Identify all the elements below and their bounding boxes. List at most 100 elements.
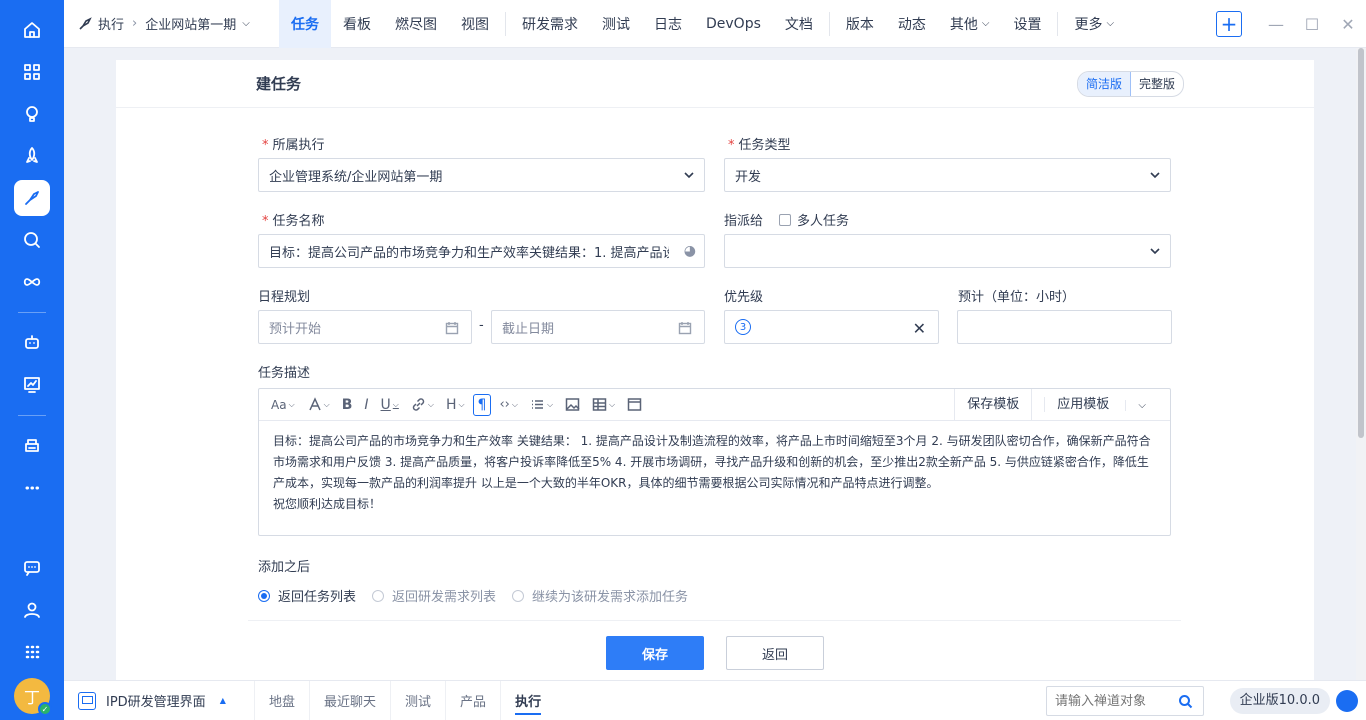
tab-view[interactable]: 视图 <box>449 0 501 48</box>
app-switcher[interactable]: IPD研发管理界面 ▲ <box>64 681 244 720</box>
radio-label: 返回研发需求列表 <box>392 590 497 605</box>
tab-more[interactable]: 更多 ⌵ <box>1062 0 1126 48</box>
radio-circle <box>258 589 270 602</box>
radio-continue-add[interactable]: 继续为该研发需求添加任务 <box>512 586 688 605</box>
start-date-input[interactable]: 预计开始 <box>258 310 472 344</box>
app-menu-icon[interactable] <box>14 634 50 670</box>
radio-return-task-list[interactable]: 返回任务列表 <box>258 586 356 605</box>
scrollbar-thumb[interactable] <box>1358 48 1364 438</box>
table-icon[interactable]: ⌵ <box>588 394 619 416</box>
end-date-input[interactable]: 截止日期 <box>491 310 705 344</box>
priority-select[interactable]: 3 ✕ <box>724 310 939 344</box>
user-icon[interactable] <box>14 592 50 628</box>
image-icon[interactable] <box>561 394 584 416</box>
zentao-logo-icon[interactable] <box>1336 690 1358 712</box>
radio-label: 继续为该研发需求添加任务 <box>532 590 689 605</box>
tab-divider <box>505 11 506 36</box>
bottom-tab-test[interactable]: 测试 <box>390 680 445 720</box>
required-mark: * <box>262 138 269 153</box>
maximize-icon[interactable]: ☐ <box>1294 0 1330 48</box>
breadcrumb-root[interactable]: 执行 <box>98 14 124 33</box>
tab-dynamic[interactable]: 动态 <box>886 0 938 48</box>
breadcrumb-separator: › <box>132 16 138 31</box>
radio-circle <box>512 589 525 602</box>
ipd-app-icon <box>78 691 96 710</box>
rocket-icon[interactable] <box>14 138 50 174</box>
save-template-button[interactable]: 保存模板 <box>954 389 1031 420</box>
template-icon[interactable] <box>623 394 646 416</box>
breadcrumb[interactable]: 执行 › 企业网站第一期 ⌵ <box>64 0 279 48</box>
highlight-icon[interactable]: ⌵ <box>303 394 334 416</box>
tab-story[interactable]: 研发需求 <box>510 0 590 48</box>
tab-task[interactable]: 任务 <box>279 0 331 48</box>
list-icon[interactable]: ⌵ <box>526 394 557 416</box>
underline-icon[interactable]: U ⌵ <box>377 394 403 416</box>
apply-template-button[interactable]: 应用模板 ⌵ <box>1031 389 1170 420</box>
mode-simple-button[interactable]: 简洁版 <box>1077 72 1131 96</box>
italic-icon[interactable]: I <box>360 394 372 416</box>
editor-toolbar: Aa ⌵ ⌵ B I U ⌵ ⌵ H ⌵ ¶ ‹› ⌵ ⌵ ⌵ 保存模板 应用模板 ⌵ <box>259 389 1170 421</box>
assignee-select[interactable] <box>724 234 1171 268</box>
clear-icon[interactable]: ✕ <box>913 319 926 338</box>
breadcrumb-project[interactable]: 企业网站第一期 <box>145 14 236 33</box>
execution-label: * 所属执行 <box>262 134 325 153</box>
bottom-tab-product[interactable]: 产品 <box>445 680 500 720</box>
description-textarea[interactable]: 目标：提高公司产品的市场竞争力和生产效率 关键结果： 1. 提高产品设计及制造流… <box>259 421 1170 525</box>
task-type-select[interactable]: 开发 <box>724 158 1171 192</box>
palette-icon[interactable]: ◕ <box>684 243 696 259</box>
search-input[interactable] <box>1047 693 1167 709</box>
search-icon[interactable] <box>1167 687 1203 715</box>
tab-log[interactable]: 日志 <box>642 0 694 48</box>
printer-icon[interactable] <box>14 428 50 464</box>
execution-select[interactable]: 企业管理系统/企业网站第一期 <box>258 158 705 192</box>
back-button[interactable]: 返回 <box>726 636 824 670</box>
bold-icon[interactable]: B <box>338 394 357 416</box>
estimate-input[interactable] <box>957 310 1172 344</box>
chevron-down-icon <box>1150 245 1160 255</box>
tab-devops[interactable]: DevOps <box>694 0 773 48</box>
tab-test[interactable]: 测试 <box>590 0 642 48</box>
paragraph-icon[interactable]: ¶ <box>472 393 492 416</box>
tab-settings[interactable]: 设置 <box>1001 0 1053 48</box>
minimize-icon[interactable]: — <box>1258 0 1294 48</box>
app-window: 丁 ✓ 执行 › 企业网站第一期 ⌵ 任务 看板 燃尽图 视图 研发需求 测试 日… <box>0 0 1366 720</box>
apps-grid-icon[interactable] <box>14 54 50 90</box>
more-dots-icon[interactable] <box>14 470 50 506</box>
description-body: 目标：提高公司产品的市场竞争力和生产效率 关键结果： 1. 提高产品设计及制造流… <box>273 434 1151 490</box>
multi-task-checkbox[interactable] <box>779 214 792 226</box>
required-mark: * <box>728 138 735 153</box>
font-size-icon[interactable]: Aa ⌵ <box>267 394 299 416</box>
add-button[interactable]: + <box>1216 11 1242 37</box>
close-icon[interactable]: ✕ <box>1330 0 1366 48</box>
search-bug-icon[interactable] <box>14 222 50 258</box>
heading-icon[interactable]: H ⌵ <box>442 394 469 416</box>
execution-icon[interactable] <box>14 180 50 216</box>
tab-build[interactable]: 版本 <box>834 0 886 48</box>
bottom-tab-recent-chat[interactable]: 最近聊天 <box>309 680 390 720</box>
tab-doc[interactable]: 文档 <box>773 0 825 48</box>
lightbulb-icon[interactable] <box>14 96 50 132</box>
link-icon[interactable]: ⌵ <box>407 394 438 416</box>
tab-other[interactable]: 其他 ⌵ <box>938 0 1002 48</box>
bottom-tab-dashboard[interactable]: 地盘 <box>254 680 309 720</box>
chart-board-icon[interactable] <box>14 367 50 403</box>
mode-full-button[interactable]: 完整版 <box>1131 72 1183 96</box>
calendar-icon <box>445 321 459 335</box>
type-value: 开发 <box>735 169 762 185</box>
robot-icon[interactable] <box>14 325 50 361</box>
infinity-icon[interactable] <box>14 264 50 300</box>
save-button[interactable]: 保存 <box>606 636 704 670</box>
chevron-down-icon: ⌵ <box>981 18 990 29</box>
home-icon[interactable] <box>14 12 50 48</box>
radio-return-story-list[interactable]: 返回研发需求列表 <box>372 586 496 605</box>
after-add-options: 返回任务列表 返回研发需求列表 继续为该研发需求添加任务 <box>258 586 704 605</box>
bottom-tab-execution[interactable]: 执行 <box>500 680 555 720</box>
code-icon[interactable]: ‹› ⌵ <box>495 394 521 416</box>
chevron-down-icon[interactable]: ⌵ <box>242 18 250 29</box>
chat-icon[interactable] <box>14 550 50 586</box>
page-scrollbar[interactable] <box>1356 48 1366 680</box>
user-avatar[interactable]: 丁 ✓ <box>14 678 52 716</box>
task-name-input[interactable]: 目标：提高公司产品的市场竞争力和生产效率关键结果：1. 提高产品设 ◕ <box>258 234 705 268</box>
tab-kanban[interactable]: 看板 <box>331 0 383 48</box>
tab-burndown[interactable]: 燃尽图 <box>383 0 449 48</box>
